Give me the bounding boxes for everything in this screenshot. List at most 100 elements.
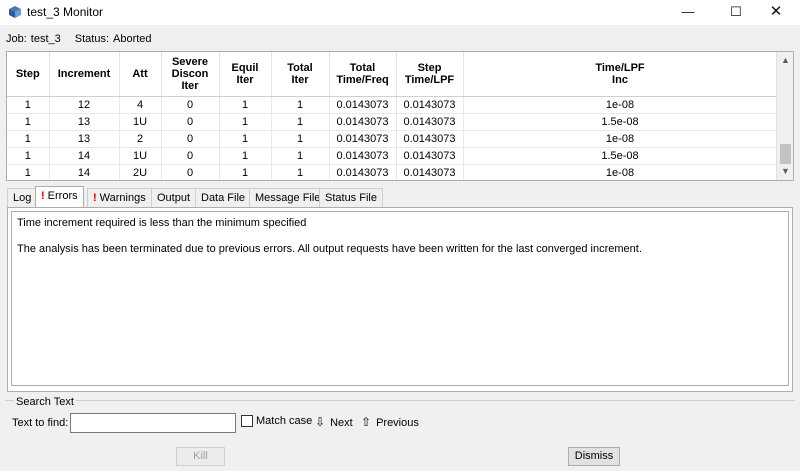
maximize-button[interactable]: ☐ xyxy=(716,0,756,25)
column-header-line: Inc xyxy=(612,73,628,86)
table-cell: 13 xyxy=(49,130,120,148)
table-cell: 14 xyxy=(49,147,120,165)
column-header-line: Total xyxy=(287,61,313,74)
table-cell: 0.0143073 xyxy=(329,164,397,180)
match-case-checkbox[interactable]: Match case xyxy=(241,415,313,428)
table-cell: 1e-08 xyxy=(463,130,778,148)
increment-table[interactable]: Step Increment Att Severe Discon Iter Equil Ite… xyxy=(6,51,794,181)
table-cell: 0.0143073 xyxy=(329,113,397,131)
table-cell: 1e-08 xyxy=(463,96,778,114)
error-messages-box[interactable]: Time increment required is less than the… xyxy=(11,211,789,386)
tab-label: Warnings xyxy=(99,192,146,204)
column-header[interactable]: Equil Iter xyxy=(219,52,272,97)
next-label: Next xyxy=(330,417,353,429)
column-header[interactable]: Step Time/LPF xyxy=(396,52,464,97)
table-cell: 1 xyxy=(219,113,272,131)
increment-grid: Step Increment Att Severe Discon Iter Equil Ite… xyxy=(7,52,778,180)
title-bar: test_3 Monitor — ☐ ✕ xyxy=(0,0,800,25)
table-cell: 1 xyxy=(7,164,50,180)
close-button[interactable]: ✕ xyxy=(756,0,796,25)
table-cell: 0 xyxy=(161,113,220,131)
previous-label: Previous xyxy=(376,417,419,429)
table-cell: 1 xyxy=(219,96,272,114)
tab-label: Errors xyxy=(47,190,78,202)
dismiss-button[interactable]: Dismiss xyxy=(568,447,620,466)
table-vertical-scrollbar[interactable]: ▲ ▼ xyxy=(776,52,793,180)
table-cell: 1 xyxy=(7,113,50,131)
table-cell: 1 xyxy=(219,164,272,180)
table-cell: 0 xyxy=(161,96,220,114)
job-name: test_3 xyxy=(30,33,61,45)
error-icon: ! xyxy=(93,192,97,204)
table-cell: 1 xyxy=(271,96,330,114)
table-cell: 0.0143073 xyxy=(396,96,464,114)
tab-log[interactable]: Log xyxy=(7,188,38,208)
column-header[interactable]: Total Time/Freq xyxy=(329,52,397,97)
column-header[interactable]: Step xyxy=(7,52,50,97)
table-cell: 14 xyxy=(49,164,120,180)
tab-output[interactable]: Output xyxy=(151,188,197,208)
table-row[interactable]: 1 13 2 0 1 1 0.0143073 0.0143073 1e-08 xyxy=(7,130,778,148)
table-row[interactable]: 1 14 1U 0 1 1 0.0143073 0.0143073 1.5e-08 xyxy=(7,147,778,165)
table-cell: 0.0143073 xyxy=(329,130,397,148)
tab-label: Data File xyxy=(201,192,246,204)
minimize-button[interactable]: — xyxy=(668,0,708,25)
column-header-line: Discon xyxy=(171,67,209,80)
kill-button[interactable]: Kill xyxy=(176,447,225,466)
tab-data-file[interactable]: Data File xyxy=(195,188,252,208)
column-header[interactable]: Severe Discon Iter xyxy=(161,52,220,97)
status-label: Status: xyxy=(74,33,110,45)
column-header-line: Time/LPF xyxy=(404,73,455,86)
table-cell: 1 xyxy=(271,147,330,165)
table-cell: 4 xyxy=(119,96,162,114)
tab-label: Message File xyxy=(255,192,321,204)
table-row[interactable]: 1 12 4 0 1 1 0.0143073 0.0143073 1e-08 xyxy=(7,96,778,114)
table-cell: 1U xyxy=(119,147,162,165)
table-cell: 13 xyxy=(49,113,120,131)
table-cell: 1U xyxy=(119,113,162,131)
column-header[interactable]: Att xyxy=(119,52,162,97)
table-cell: 0.0143073 xyxy=(396,164,464,180)
previous-button[interactable]: ⇧ Previous xyxy=(361,415,419,429)
column-header-line: Iter xyxy=(291,73,309,86)
error-message: The analysis has been terminated due to … xyxy=(17,243,642,255)
tab-label: Log xyxy=(13,192,32,204)
status-value: Aborted xyxy=(113,33,152,45)
table-row[interactable]: 1 14 2U 0 1 1 0.0143073 0.0143073 1e-08 xyxy=(7,164,778,180)
table-cell: 1 xyxy=(271,113,330,131)
column-header-line: Equil xyxy=(231,61,259,74)
table-cell: 0.0143073 xyxy=(329,96,397,114)
column-header[interactable]: Increment xyxy=(49,52,120,97)
table-cell: 1 xyxy=(271,164,330,180)
table-header-row: Step Increment Att Severe Discon Iter Equil Ite… xyxy=(7,52,778,97)
scroll-down-icon[interactable]: ▼ xyxy=(777,163,793,180)
column-header[interactable]: Time/LPF Inc xyxy=(463,52,778,97)
table-cell: 1.5e-08 xyxy=(463,147,778,165)
next-button[interactable]: ⇩ Next xyxy=(315,415,353,429)
errors-tab-panel: Time increment required is less than the… xyxy=(7,207,793,392)
table-cell: 1 xyxy=(7,96,50,114)
tab-warnings[interactable]: ! Warnings xyxy=(87,188,152,208)
window-title: test_3 Monitor xyxy=(27,5,104,19)
column-header[interactable]: Total Iter xyxy=(271,52,330,97)
search-text-group: Search Text Text to find: Match case ⇩ Ne… xyxy=(5,396,795,438)
tab-status-file[interactable]: Status File xyxy=(319,188,383,208)
table-cell: 0.0143073 xyxy=(396,130,464,148)
arrow-down-icon: ⇩ xyxy=(315,415,326,429)
table-cell: 1 xyxy=(271,130,330,148)
table-cell: 2U xyxy=(119,164,162,180)
table-cell: 0 xyxy=(161,147,220,165)
text-to-find-label: Text to find: xyxy=(12,417,69,429)
table-cell: 1 xyxy=(219,147,272,165)
table-cell: 2 xyxy=(119,130,162,148)
search-group-label: Search Text xyxy=(14,396,76,408)
tab-message-file[interactable]: Message File xyxy=(249,188,327,208)
tab-errors[interactable]: ! Errors xyxy=(35,186,84,208)
match-case-label: Match case xyxy=(256,415,313,428)
table-row[interactable]: 1 13 1U 0 1 1 0.0143073 0.0143073 1.5e-08 xyxy=(7,113,778,131)
scrollbar-thumb[interactable] xyxy=(780,144,791,164)
checkbox-icon[interactable] xyxy=(241,415,253,428)
tab-label: Output xyxy=(157,192,191,204)
scroll-up-icon[interactable]: ▲ xyxy=(777,52,793,69)
search-input[interactable] xyxy=(70,413,236,433)
